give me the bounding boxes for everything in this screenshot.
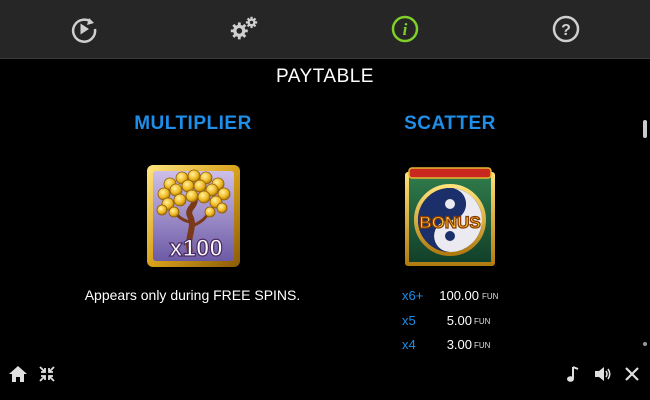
- settings-button[interactable]: [228, 13, 260, 45]
- payout-row: x5 5.00 FUN: [402, 313, 499, 331]
- svg-text:?: ?: [561, 22, 571, 39]
- help-button[interactable]: ?: [550, 13, 582, 45]
- minimize-button[interactable]: [36, 363, 58, 385]
- payout-amount: 3.00: [446, 337, 472, 352]
- payout-unit: FUN: [474, 341, 491, 350]
- page-title: PAYTABLE: [276, 66, 374, 87]
- scrollbar-thumb[interactable]: [643, 120, 647, 138]
- home-icon: [9, 366, 27, 382]
- payout-count: x6+: [402, 288, 424, 303]
- payout-unit: FUN: [474, 317, 491, 326]
- payout-unit: FUN: [482, 292, 499, 301]
- multiplier-heading: MULTIPLIER: [134, 113, 252, 134]
- close-button[interactable]: [621, 363, 643, 385]
- home-button[interactable]: [7, 363, 29, 385]
- info-button[interactable]: i: [389, 13, 421, 45]
- scatter-heading: SCATTER: [404, 113, 496, 134]
- bonus-yin-yang-icon: BONUS: [405, 167, 495, 266]
- payout-count: x4: [402, 337, 416, 352]
- scatter-symbol-label: BONUS: [419, 213, 480, 232]
- payout-row: x6+ 100.00 FUN: [402, 288, 499, 306]
- multiplier-symbol-label: x100: [169, 235, 222, 262]
- sound-button[interactable]: [592, 363, 614, 385]
- svg-text:i: i: [403, 20, 408, 39]
- sound-icon: [595, 367, 611, 381]
- money-tree-icon: x100: [147, 165, 240, 267]
- payout-count: x5: [402, 313, 416, 328]
- multiplier-description: Appears only during FREE SPINS.: [84, 287, 301, 303]
- scrollbar-end: [643, 342, 647, 346]
- multiplier-symbol: x100: [146, 164, 241, 273]
- payout-amount: 5.00: [446, 313, 472, 328]
- autoplay-icon: [71, 18, 97, 43]
- help-icon: ?: [552, 15, 580, 43]
- music-icon: [567, 366, 579, 382]
- payout-amount: 100.00: [439, 288, 479, 303]
- autoplay-button[interactable]: [68, 13, 100, 45]
- settings-gears-icon: [230, 16, 258, 40]
- top-toolbar: i ?: [0, 0, 650, 59]
- scatter-symbol: BONUS: [403, 164, 497, 273]
- music-button[interactable]: [562, 363, 584, 385]
- close-icon: [625, 367, 639, 381]
- minimize-icon: [39, 366, 55, 382]
- info-icon: i: [391, 15, 419, 43]
- payout-row: x4 3.00 FUN: [402, 337, 499, 355]
